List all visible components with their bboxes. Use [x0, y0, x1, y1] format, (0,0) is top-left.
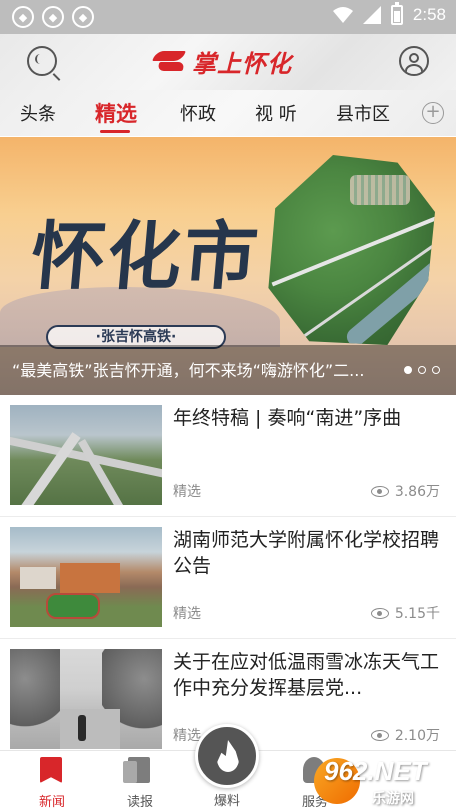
thumbnail-image	[10, 527, 162, 627]
baoliao-label: 爆料	[213, 794, 240, 809]
nav-read-label: 读报	[126, 795, 153, 810]
nav-news[interactable]: 新闻	[22, 757, 82, 810]
notification-icon: ◆	[42, 6, 64, 28]
add-channel-icon[interactable]: +	[422, 102, 444, 124]
item-category: 精选	[173, 484, 201, 500]
app-logo: 掌上怀化	[152, 44, 292, 78]
carousel-dot	[404, 366, 412, 374]
status-time: 2:58	[412, 5, 446, 24]
baoliao-button[interactable]	[195, 724, 259, 788]
channel-tabs: 头条 精选 怀政 视 听 县市区 +	[0, 90, 456, 136]
item-views: 2.10万	[370, 725, 440, 745]
carousel-dot	[432, 366, 440, 374]
nav-news-label: 新闻	[38, 795, 65, 810]
user-icon[interactable]	[399, 46, 429, 76]
banner-carousel[interactable]: 怀化市 ·张吉怀高铁· “最美高铁”张吉怀开通，何不来场“嗨游怀化”二...	[0, 137, 456, 395]
active-tab-indicator	[100, 130, 130, 133]
thumbnail-image	[10, 405, 162, 505]
view-count: 3.86万	[394, 484, 440, 500]
item-title: 关于在应对低温雨雪冰冻天气工作中充分发挥基层党...	[173, 651, 440, 699]
tab-jingxuan[interactable]: 精选	[95, 98, 137, 128]
eye-icon	[370, 607, 389, 619]
banner-aerial-photo	[268, 155, 435, 345]
view-count: 2.10万	[394, 728, 440, 744]
item-category: 精选	[173, 606, 201, 622]
carousel-dot	[418, 366, 426, 374]
banner-title[interactable]: “最美高铁”张吉怀开通，何不来场“嗨游怀化”二...	[12, 357, 387, 381]
list-item[interactable]: 年终特稿 | 奏响“南进”序曲 精选 3.86万	[0, 395, 456, 517]
tab-xianshiqu[interactable]: 县市区	[336, 100, 390, 126]
watermark-sub: 乐游网	[372, 791, 414, 807]
item-views: 5.15千	[370, 603, 440, 623]
status-bar: ◆ ◆ ◆ 2:58	[0, 0, 456, 34]
signal-icon	[362, 6, 381, 24]
eye-icon	[370, 729, 389, 741]
notification-icon: ◆	[12, 6, 34, 28]
logo-text: 掌上怀化	[192, 49, 292, 78]
list-item[interactable]: 湖南师范大学附属怀化学校招聘公告 精选 5.15千	[0, 517, 456, 639]
tab-toutiao[interactable]: 头条	[20, 100, 56, 126]
flame-icon	[217, 740, 239, 772]
status-right: 2:58	[332, 2, 446, 25]
battery-icon	[390, 2, 403, 25]
app-header: 掌上怀化	[0, 34, 456, 90]
nav-read[interactable]: 读报	[110, 757, 170, 810]
item-views: 3.86万	[370, 481, 440, 501]
logo-mark-icon	[152, 49, 188, 73]
watermark-number: 962.NET	[324, 756, 427, 786]
tab-huaizheng[interactable]: 怀政	[180, 100, 216, 126]
item-title: 年终特稿 | 奏响“南进”序曲	[173, 407, 402, 429]
notification-icon: ◆	[72, 6, 94, 28]
carousel-dots	[404, 366, 440, 374]
banner-calligraphy: 怀化市	[27, 214, 264, 300]
site-watermark: 962.NET 乐游网	[310, 752, 456, 810]
tab-shiting[interactable]: 视 听	[255, 100, 297, 126]
newspaper-icon	[123, 757, 150, 783]
thumbnail-image	[10, 649, 162, 749]
wifi-icon	[332, 7, 353, 23]
item-title: 湖南师范大学附属怀化学校招聘公告	[173, 529, 440, 577]
news-icon	[40, 757, 62, 783]
status-left-icons: ◆ ◆ ◆	[12, 6, 94, 28]
eye-icon	[370, 485, 389, 497]
search-icon[interactable]	[27, 46, 57, 76]
view-count: 5.15千	[394, 606, 440, 622]
